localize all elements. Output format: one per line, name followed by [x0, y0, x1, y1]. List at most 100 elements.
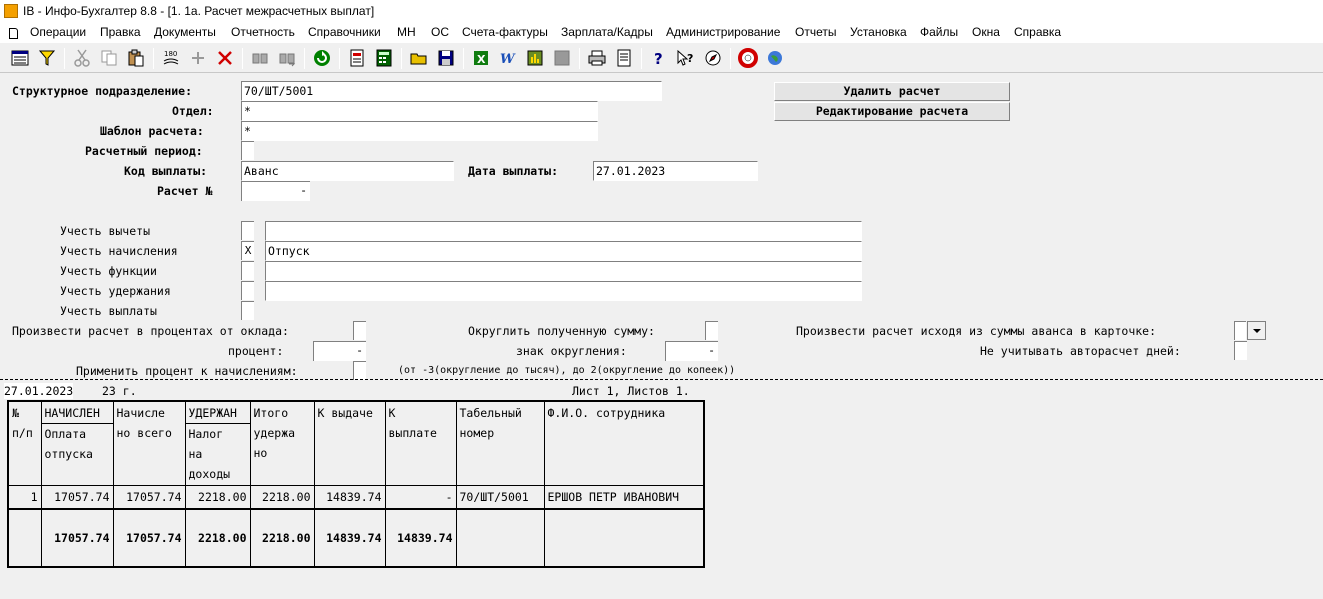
- include-functions-checkbox[interactable]: [241, 261, 254, 280]
- window-title: IB - Инфо-Бухгалтер 8.8 - [1. 1а. Расчет…: [23, 4, 375, 18]
- menu-documents[interactable]: Документы: [154, 25, 216, 39]
- open-folder-icon[interactable]: [409, 48, 429, 68]
- context-help-icon[interactable]: ?: [676, 48, 696, 68]
- find-icon[interactable]: [250, 48, 270, 68]
- word-icon[interactable]: W: [498, 48, 518, 68]
- menu-invoices[interactable]: Счета-фактуры: [462, 25, 548, 39]
- round-sign-field[interactable]: -: [665, 341, 718, 361]
- svg-text:180: 180: [164, 50, 177, 58]
- include-withholdings-checkbox[interactable]: [241, 281, 254, 300]
- total-to-issue: 14839.74: [313, 508, 386, 568]
- col-accrued-total-header: Начисле но всего: [112, 400, 186, 486]
- calculator-icon[interactable]: [374, 48, 394, 68]
- include-accruals-field[interactable]: Отпуск: [265, 241, 862, 261]
- table-row[interactable]: 1 17057.74 17057.74 2218.00 2218.00 1483…: [7, 485, 705, 510]
- cell-no: 1: [7, 485, 42, 510]
- pay-code-label: Код выплаты:: [124, 164, 208, 178]
- include-accruals-checkbox[interactable]: X: [241, 241, 254, 260]
- calc-number-field[interactable]: -: [241, 181, 310, 201]
- menu-mn[interactable]: МН: [397, 25, 416, 39]
- menu-files[interactable]: Файлы: [920, 25, 958, 39]
- round-sign-dash: -: [708, 343, 715, 357]
- rotate-icon[interactable]: 180: [161, 48, 181, 68]
- preview-icon[interactable]: [614, 48, 634, 68]
- include-payments-checkbox[interactable]: [241, 301, 254, 320]
- disabled-icon[interactable]: [552, 48, 572, 68]
- col-fio-header: Ф.И.О. сотрудника: [543, 400, 705, 486]
- menu-os[interactable]: ОС: [431, 25, 449, 39]
- report-sheet-info: Лист 1, Листов 1.: [572, 384, 690, 398]
- apply-pct-label: Применить процент к начислениям:: [76, 364, 298, 378]
- svg-text:?: ?: [687, 52, 693, 65]
- edit-calculation-button[interactable]: Редактирование расчета: [774, 102, 1010, 121]
- add-icon[interactable]: [188, 48, 208, 68]
- template-label: Шаблон расчета:: [100, 124, 204, 138]
- report-divider: [0, 379, 1323, 380]
- include-deductions-field[interactable]: [265, 221, 862, 241]
- report-date-suffix: 23 г.: [102, 384, 137, 398]
- cell-withheld-total: 2218.00: [249, 485, 315, 510]
- scissors-icon[interactable]: [72, 48, 92, 68]
- include-withholdings-field[interactable]: [265, 281, 862, 301]
- menu-administration[interactable]: Администрирование: [666, 25, 780, 39]
- save-icon[interactable]: [436, 48, 456, 68]
- cell-to-issue: 14839.74: [313, 485, 386, 510]
- include-deductions-label: Учесть вычеты: [60, 224, 151, 238]
- round-sum-label: Округлить полученную сумму:: [468, 324, 655, 338]
- menu-reports[interactable]: Отчеты: [795, 25, 836, 39]
- menu-edit[interactable]: Правка: [100, 25, 141, 39]
- col-to-pay-header: Квыплате: [384, 400, 457, 486]
- percent-label: процент:: [228, 344, 284, 358]
- excel-icon[interactable]: X: [471, 48, 491, 68]
- calc-form: Удалить расчет Редактирование расчета Ст…: [0, 74, 1323, 599]
- delete-icon[interactable]: [215, 48, 235, 68]
- refresh-icon[interactable]: [312, 48, 332, 68]
- advance-card-label: Произвести расчет исходя из суммы аванса…: [796, 324, 1157, 338]
- report-table: № п/п НАЧИСЛЕН Оплата отпуска Начисле но все…: [7, 400, 705, 568]
- include-functions-label: Учесть функции: [60, 264, 157, 278]
- globe-icon[interactable]: [765, 48, 785, 68]
- total-tab-no-cell: [455, 508, 545, 568]
- menu-setup[interactable]: Установка: [850, 25, 907, 39]
- print-icon[interactable]: [587, 48, 607, 68]
- total-accrued: 17057.74: [40, 508, 114, 568]
- menu-windows[interactable]: Окна: [972, 25, 1000, 39]
- pay-date-field[interactable]: 27.01.2023: [593, 161, 758, 181]
- advance-card-checkbox[interactable]: [1234, 321, 1246, 340]
- menu-help[interactable]: Справка: [1014, 25, 1061, 39]
- advance-card-dropdown[interactable]: [1247, 321, 1266, 340]
- document-menu-icon[interactable]: [9, 28, 18, 39]
- total-to-pay: 14839.74: [384, 508, 457, 568]
- include-functions-field[interactable]: [265, 261, 862, 281]
- document-icon[interactable]: [347, 48, 367, 68]
- menu-salary-hr[interactable]: Зарплата/Кадры: [561, 25, 653, 39]
- paste-icon[interactable]: [126, 48, 146, 68]
- include-accruals-label: Учесть начисления: [60, 244, 178, 258]
- include-deductions-checkbox[interactable]: [241, 221, 254, 240]
- help-icon[interactable]: ?: [649, 48, 669, 68]
- percent-dash: -: [356, 343, 363, 357]
- chart-icon[interactable]: [525, 48, 545, 68]
- period-field[interactable]: [241, 141, 254, 160]
- col-no-header: № п/п: [7, 400, 42, 486]
- lifebuoy-icon[interactable]: [738, 48, 758, 68]
- subdivision-field[interactable]: 70/ШТ/5001: [241, 81, 662, 101]
- menu-operations[interactable]: Операции: [30, 25, 86, 39]
- menu-reporting[interactable]: Отчетность: [231, 25, 295, 39]
- pay-code-field[interactable]: Аванс: [241, 161, 454, 181]
- delete-calculation-button[interactable]: Удалить расчет: [774, 82, 1010, 101]
- filter-icon[interactable]: [37, 48, 57, 68]
- menu-directories[interactable]: Справочники: [308, 25, 381, 39]
- find-next-icon[interactable]: [277, 48, 297, 68]
- include-payments-label: Учесть выплаты: [60, 304, 157, 318]
- ignore-autocalc-checkbox[interactable]: [1234, 341, 1247, 360]
- department-field[interactable]: *: [241, 101, 598, 121]
- copy-icon[interactable]: [99, 48, 119, 68]
- pct-salary-checkbox[interactable]: [353, 321, 366, 340]
- percent-field[interactable]: -: [313, 341, 366, 361]
- compass-icon[interactable]: [703, 48, 723, 68]
- round-sum-checkbox[interactable]: [705, 321, 718, 340]
- grid-icon[interactable]: [10, 48, 30, 68]
- template-field[interactable]: *: [241, 121, 598, 141]
- apply-pct-checkbox[interactable]: [353, 361, 366, 380]
